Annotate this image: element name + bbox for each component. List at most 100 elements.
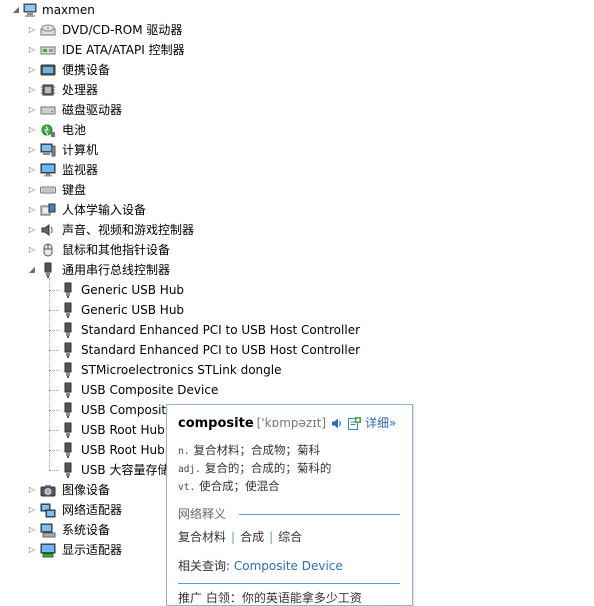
usb-plug-icon	[40, 262, 56, 278]
system-device-icon	[40, 522, 56, 538]
processor-icon	[40, 82, 56, 98]
speaker-icon[interactable]	[331, 417, 343, 430]
definition-pos: vt.	[178, 482, 196, 493]
tree-connector	[49, 370, 59, 371]
tree-row[interactable]: ▷ 处理器	[0, 80, 594, 100]
tree-row[interactable]: ▷ 鼠标和其他指针设备	[0, 240, 594, 260]
definition-text: 使合成；使混合	[199, 479, 280, 493]
tree-connector	[49, 410, 59, 411]
expand-toggle[interactable]: ▷	[27, 480, 37, 500]
tree-item-label: 声音、视频和游戏控制器	[62, 223, 195, 237]
web-terms: 复合材料 | 合成 | 综合	[178, 527, 302, 547]
usb-plug-icon	[60, 402, 76, 418]
tree-row[interactable]: STMicroelectronics STLink dongle	[0, 360, 594, 380]
tree-item-label: 磁盘驱动器	[62, 103, 123, 117]
speaker-icon	[40, 222, 56, 238]
definition-row-verb: vt. 使合成；使混合	[178, 477, 280, 495]
tree-connector	[49, 450, 59, 451]
collapse-toggle[interactable]: ◢	[27, 260, 37, 280]
tree-row[interactable]: ▷ 人体学输入设备	[0, 200, 594, 220]
tree-item-label: 鼠标和其他指针设备	[62, 243, 171, 257]
expand-toggle[interactable]: ▷	[27, 120, 37, 140]
tree-row[interactable]: Standard Enhanced PCI to USB Host Contro…	[0, 340, 594, 360]
tree-row[interactable]: ◢ maxmen	[0, 0, 594, 20]
usb-plug-icon	[60, 322, 76, 338]
tree-item-label: 电池	[62, 123, 87, 137]
hid-icon	[40, 202, 56, 218]
usb-plug-icon	[60, 362, 76, 378]
tree-row[interactable]: ◢ 通用串行总线控制器	[0, 260, 594, 280]
web-term[interactable]: 合成	[240, 530, 264, 544]
tree-row[interactable]: ▷ 键盘	[0, 180, 594, 200]
tree-row[interactable]: Generic USB Hub	[0, 300, 594, 320]
tree-row[interactable]: Generic USB Hub	[0, 280, 594, 300]
tree-connector	[49, 470, 59, 471]
promo-text[interactable]: 推广 白领：你的英语能拿多少工资	[178, 590, 362, 606]
expand-toggle[interactable]: ▷	[27, 20, 37, 40]
tree-item-label: 处理器	[62, 83, 99, 97]
usb-plug-icon	[60, 382, 76, 398]
tree-row[interactable]: ▷ 电池	[0, 120, 594, 140]
dvd-drive-icon	[40, 22, 56, 38]
tree-item-label: USB Composite Device	[81, 383, 219, 397]
tree-item-label: Generic USB Hub	[81, 303, 185, 317]
expand-toggle[interactable]: ▷	[27, 60, 37, 80]
disk-drive-icon	[40, 102, 56, 118]
expand-toggle[interactable]: ▷	[27, 240, 37, 260]
definition-row-adj: adj. 复合的；合成的；菊科的	[178, 459, 331, 477]
tree-item-label: 便携设备	[62, 63, 111, 77]
expand-toggle[interactable]: ▷	[27, 220, 37, 240]
expand-toggle[interactable]: ▷	[27, 540, 37, 560]
expand-toggle[interactable]: ▷	[27, 520, 37, 540]
tree-row[interactable]: ▷ 便携设备	[0, 60, 594, 80]
tree-row[interactable]: ▷ 计算机	[0, 140, 594, 160]
expand-toggle[interactable]: ▷	[27, 160, 37, 180]
tree-item-label: Generic USB Hub	[81, 283, 185, 297]
definition-text: 复合材料；合成物；菊科	[193, 443, 320, 457]
usb-plug-icon	[60, 282, 76, 298]
expand-toggle[interactable]: ▷	[27, 100, 37, 120]
expand-toggle[interactable]: ▷	[27, 140, 37, 160]
usb-plug-icon	[60, 422, 76, 438]
tree-item-label: maxmen	[42, 3, 95, 17]
related-link[interactable]: Composite Device	[234, 559, 343, 573]
expand-toggle[interactable]: ▷	[27, 80, 37, 100]
expand-toggle[interactable]: ▷	[27, 180, 37, 200]
related-label: 相关查询:	[178, 559, 231, 573]
tree-row[interactable]: ▷ 磁盘驱动器	[0, 100, 594, 120]
expand-toggle[interactable]: ▷	[27, 40, 37, 60]
detail-link[interactable]: 详细»	[365, 413, 396, 433]
tree-row[interactable]: ▷ IDE ATA/ATAPI 控制器	[0, 40, 594, 60]
usb-plug-icon	[60, 302, 76, 318]
add-to-wordbook-icon[interactable]	[348, 417, 361, 430]
tree-item-label: USB Root Hub	[81, 443, 165, 457]
tree-row[interactable]: ▷ DVD/CD-ROM 驱动器	[0, 20, 594, 40]
tree-item-label: 显示适配器	[62, 543, 123, 557]
definition-pos: adj.	[178, 464, 201, 475]
definition-row-noun: n. 复合材料；合成物；菊科	[178, 441, 320, 459]
monitor-icon	[40, 162, 56, 178]
tree-connector	[49, 278, 50, 470]
term-separator: |	[269, 530, 274, 544]
expand-toggle[interactable]: ▷	[27, 500, 37, 520]
tree-row[interactable]: USB Composite Device	[0, 380, 594, 400]
web-term[interactable]: 综合	[278, 530, 302, 544]
related-query: 相关查询: Composite Device	[178, 556, 343, 576]
web-section-title: 网络释义	[178, 507, 227, 521]
collapse-toggle[interactable]: ◢	[11, 0, 21, 20]
expand-toggle[interactable]: ▷	[27, 200, 37, 220]
tree-connector	[49, 390, 59, 391]
ide-controller-icon	[40, 42, 56, 58]
usb-plug-icon	[60, 342, 76, 358]
web-term[interactable]: 复合材料	[178, 530, 226, 544]
tree-row[interactable]: ▷ 监视器	[0, 160, 594, 180]
tree-row[interactable]: Standard Enhanced PCI to USB Host Contro…	[0, 320, 594, 340]
tree-item-label: STMicroelectronics STLink dongle	[81, 363, 282, 377]
tree-row[interactable]: ▷ 声音、视频和游戏控制器	[0, 220, 594, 240]
tree-item-label: Standard Enhanced PCI to USB Host Contro…	[81, 323, 361, 337]
keyboard-icon	[40, 182, 56, 198]
portable-device-icon	[40, 62, 56, 78]
tree-connector	[49, 330, 59, 331]
tree-item-label: 人体学输入设备	[62, 203, 147, 217]
tree-item-label: 系统设备	[62, 523, 111, 537]
